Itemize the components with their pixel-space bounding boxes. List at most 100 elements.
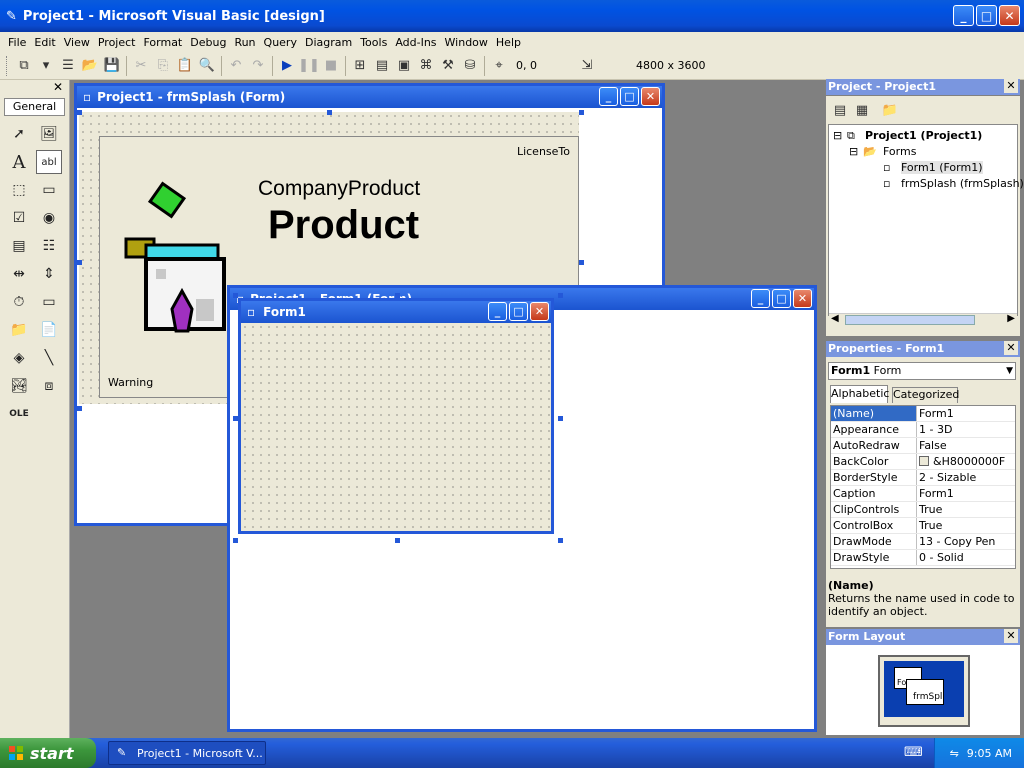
property-row[interactable]: BorderStyle 2 - Sizable <box>831 470 1015 486</box>
minimize-button[interactable]: _ <box>953 5 974 26</box>
data-view-icon[interactable]: ⛁ <box>459 55 481 77</box>
menu-view[interactable]: View <box>60 36 94 49</box>
resize-handle[interactable] <box>77 260 82 265</box>
chevron-down-icon[interactable]: ▼ <box>1006 363 1013 379</box>
view-object-icon[interactable]: ▦ <box>852 100 872 120</box>
tab-categorized[interactable]: Categorized <box>892 387 959 403</box>
splash-maximize-button[interactable]: □ <box>620 87 639 106</box>
resize-handle[interactable] <box>77 110 82 115</box>
menu-project[interactable]: Project <box>94 36 140 49</box>
properties-close-icon[interactable]: ✕ <box>1004 341 1018 355</box>
ole-icon[interactable]: OLE <box>6 402 32 426</box>
commandbutton-icon[interactable]: ▭ <box>36 178 62 202</box>
toggle-folders-icon[interactable]: 📁 <box>880 100 900 120</box>
toolbar-grip[interactable] <box>6 55 9 76</box>
image-icon[interactable]: 🏞 <box>6 374 32 398</box>
tree-item-frmsplash[interactable]: frmSplash (frmSplash) <box>901 177 1024 190</box>
property-row[interactable]: Appearance 1 - 3D <box>831 422 1015 438</box>
picturebox-icon[interactable]: 🖼 <box>36 122 62 146</box>
close-button[interactable]: ✕ <box>999 5 1020 26</box>
data-control-icon[interactable]: ⧈ <box>36 374 62 398</box>
form1-close-button[interactable]: ✕ <box>530 302 549 321</box>
cut-icon[interactable]: ✂ <box>130 55 152 77</box>
find-icon[interactable]: 🔍 <box>196 55 218 77</box>
checkbox-icon[interactable]: ☑ <box>6 206 32 230</box>
resize-handle[interactable] <box>233 538 238 543</box>
vscrollbar-icon[interactable]: ⇕ <box>36 262 62 286</box>
listbox-icon[interactable]: ☷ <box>36 234 62 258</box>
menu-file[interactable]: File <box>4 36 30 49</box>
textbox-icon[interactable]: abl <box>36 150 62 174</box>
form1-maximize-button[interactable]: □ <box>509 302 528 321</box>
form1-window-close-button[interactable]: ✕ <box>793 289 812 308</box>
clock[interactable]: 9:05 AM <box>967 747 1012 760</box>
form1-window-minimize-button[interactable]: _ <box>751 289 770 308</box>
form1-grid-surface[interactable] <box>241 323 551 531</box>
open-icon[interactable]: 📂 <box>79 55 101 77</box>
resize-handle[interactable] <box>395 538 400 543</box>
scroll-left-icon[interactable]: ◀ <box>831 313 839 324</box>
form1-form[interactable]: ▫ Form1 _ □ ✕ <box>238 298 554 534</box>
resize-handle[interactable] <box>327 110 332 115</box>
property-row[interactable]: Caption Form1 <box>831 486 1015 502</box>
resize-handle[interactable] <box>395 293 400 298</box>
toolbox-icon[interactable]: ⚒ <box>437 55 459 77</box>
resize-handle[interactable] <box>77 406 82 411</box>
add-form-icon[interactable]: ▾ <box>35 55 57 77</box>
scroll-right-icon[interactable]: ▶ <box>1007 313 1015 324</box>
project-explorer-icon[interactable]: ⊞ <box>349 55 371 77</box>
resize-handle[interactable] <box>579 110 584 115</box>
network-icon[interactable]: ⇋ <box>950 747 959 760</box>
resize-handle[interactable] <box>558 538 563 543</box>
filelistbox-icon[interactable]: 📄 <box>36 318 62 342</box>
form-position-thumb[interactable]: frmSpl <box>906 679 944 705</box>
add-project-icon[interactable]: ⧉ <box>13 55 35 77</box>
menu-run[interactable]: Run <box>230 36 259 49</box>
collapse-icon[interactable]: ⊟ <box>849 145 858 158</box>
resize-handle[interactable] <box>558 416 563 421</box>
collapse-icon[interactable]: ⊟ <box>833 129 842 142</box>
menu-edit[interactable]: Edit <box>30 36 59 49</box>
shape-icon[interactable]: ◈ <box>6 346 32 370</box>
keyboard-icon[interactable]: ⌨ <box>904 745 923 760</box>
paste-icon[interactable]: 📋 <box>174 55 196 77</box>
form1-window-maximize-button[interactable]: □ <box>772 289 791 308</box>
taskbar-item-vb[interactable]: ✎ Project1 - Microsoft V... <box>108 741 266 765</box>
undo-icon[interactable]: ↶ <box>225 55 247 77</box>
line-icon[interactable]: ╲ <box>36 346 62 370</box>
property-row[interactable]: ControlBox True <box>831 518 1015 534</box>
tree-project-root[interactable]: Project1 (Project1) <box>865 129 982 142</box>
view-code-icon[interactable]: ▤ <box>830 100 850 120</box>
horizontal-scrollbar[interactable]: ◀ ▶ <box>829 313 1017 327</box>
save-icon[interactable]: 💾 <box>101 55 123 77</box>
menu-format[interactable]: Format <box>139 36 186 49</box>
splash-close-button[interactable]: ✕ <box>641 87 660 106</box>
object-dropdown[interactable]: Form1 Form ▼ <box>828 362 1016 380</box>
redo-icon[interactable]: ↷ <box>247 55 269 77</box>
property-row[interactable]: DrawMode 13 - Copy Pen <box>831 534 1015 550</box>
label-icon[interactable]: A <box>6 150 32 174</box>
menu-editor-icon[interactable]: ☰ <box>57 55 79 77</box>
property-row[interactable]: ClipControls True <box>831 502 1015 518</box>
break-icon[interactable]: ❚❚ <box>298 55 320 77</box>
form-layout-close-icon[interactable]: ✕ <box>1004 629 1018 643</box>
menu-tools[interactable]: Tools <box>356 36 391 49</box>
form1-minimize-button[interactable]: _ <box>488 302 507 321</box>
dirlistbox-icon[interactable]: 📁 <box>6 318 32 342</box>
menu-debug[interactable]: Debug <box>186 36 230 49</box>
property-row[interactable]: DrawStyle 0 - Solid <box>831 550 1015 566</box>
property-row[interactable]: AutoRedraw False <box>831 438 1015 454</box>
resize-handle[interactable] <box>233 416 238 421</box>
combobox-icon[interactable]: ▤ <box>6 234 32 258</box>
frame-icon[interactable]: ⬚ <box>6 178 32 202</box>
menu-diagram[interactable]: Diagram <box>301 36 356 49</box>
menu-window[interactable]: Window <box>441 36 492 49</box>
property-row[interactable]: (Name) Form1 <box>831 406 1015 422</box>
splash-minimize-button[interactable]: _ <box>599 87 618 106</box>
toolbox-tab-general[interactable]: General <box>4 98 65 116</box>
start-icon[interactable]: ▶ <box>276 55 298 77</box>
optionbutton-icon[interactable]: ◉ <box>36 206 62 230</box>
end-icon[interactable]: ■ <box>320 55 342 77</box>
tab-alphabetic[interactable]: Alphabetic <box>830 385 889 403</box>
menu-query[interactable]: Query <box>260 36 301 49</box>
